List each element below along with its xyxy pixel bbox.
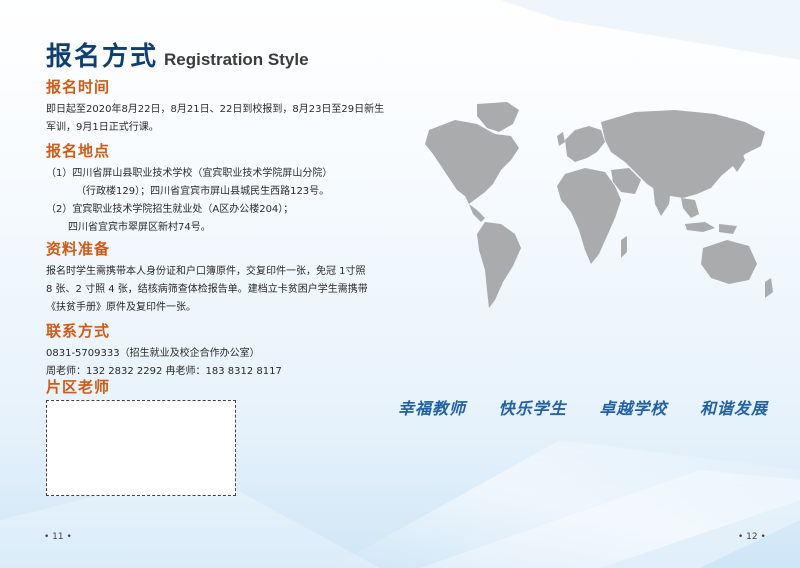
section-heading: 报名时间 xyxy=(46,78,111,96)
title-english: Registration Style xyxy=(164,50,309,69)
location-line-4: 四川省宜宾市翠屏区新村74号。 xyxy=(68,222,211,233)
section-registration-location: 报名地点 （1）四川省屏山县职业技术学校（宜宾职业技术学院屏山分院） （行政楼1… xyxy=(46,140,332,237)
page-number-left: • 11 • xyxy=(44,532,72,542)
section-heading: 片区老师 xyxy=(46,378,111,396)
section-registration-time: 报名时间 即日起至2020年8月22日，8月21日、22日到校报到，8月23日至… xyxy=(46,76,384,137)
slogan-2: 快乐学生 xyxy=(498,399,567,418)
time-line-2: 军训，9月1日正式行课。 xyxy=(46,122,159,133)
materials-line-1: 报名时学生需携带本人身份证和户口簿原件，交复印件一张，免冠 1寸照 xyxy=(46,266,366,277)
time-line-1: 即日起至2020年8月22日，8月21日、22日到校报到，8月23日至29日新生 xyxy=(46,104,385,115)
world-map-icon xyxy=(425,102,773,308)
section-contact: 联系方式 0831-5709333（招生就业及校企合作办公室） 周老师：132 … xyxy=(46,320,282,381)
title-chinese: 报名方式 xyxy=(46,42,159,72)
contact-line-1: 0831-5709333（招生就业及校企合作办公室） xyxy=(46,348,260,359)
registration-page: 报名方式 Registration Style 报名时间 即日起至2020年8月… xyxy=(0,0,800,568)
materials-line-3: 《扶贫手册》原件及复印件一张。 xyxy=(46,302,196,313)
teacher-photo-box xyxy=(46,400,236,496)
slogan-1: 幸福教师 xyxy=(398,399,467,418)
page-number-right: • 12 • xyxy=(738,532,766,542)
materials-line-2: 8 张、2 寸照 4 张，结核病筛查体检报告单。建档立卡贫困户学生需携带 xyxy=(46,284,368,295)
section-materials: 资料准备 报名时学生需携带本人身份证和户口簿原件，交复印件一张，免冠 1寸照 8… xyxy=(46,238,368,317)
slogan-4: 和谐发展 xyxy=(699,399,768,418)
location-line-2: （行政楼129）；四川省宜宾市屏山县城民生西路123号。 xyxy=(76,186,330,197)
section-heading: 报名地点 xyxy=(46,142,111,160)
section-heading: 资料准备 xyxy=(46,240,111,258)
location-line-3: （2）宜宾职业技术学院招生就业处（A区办公楼204）； xyxy=(46,204,294,215)
page-title: 报名方式 Registration Style xyxy=(46,36,309,73)
slogan-3: 卓越学校 xyxy=(599,399,668,418)
section-area-teacher: 片区老师 xyxy=(46,376,110,401)
location-line-1: （1）四川省屏山县职业技术学校（宜宾职业技术学院屏山分院） xyxy=(46,168,333,179)
section-heading: 联系方式 xyxy=(46,322,111,340)
slogan-row: 幸福教师 快乐学生 卓越学校 和谐发展 xyxy=(398,395,768,419)
